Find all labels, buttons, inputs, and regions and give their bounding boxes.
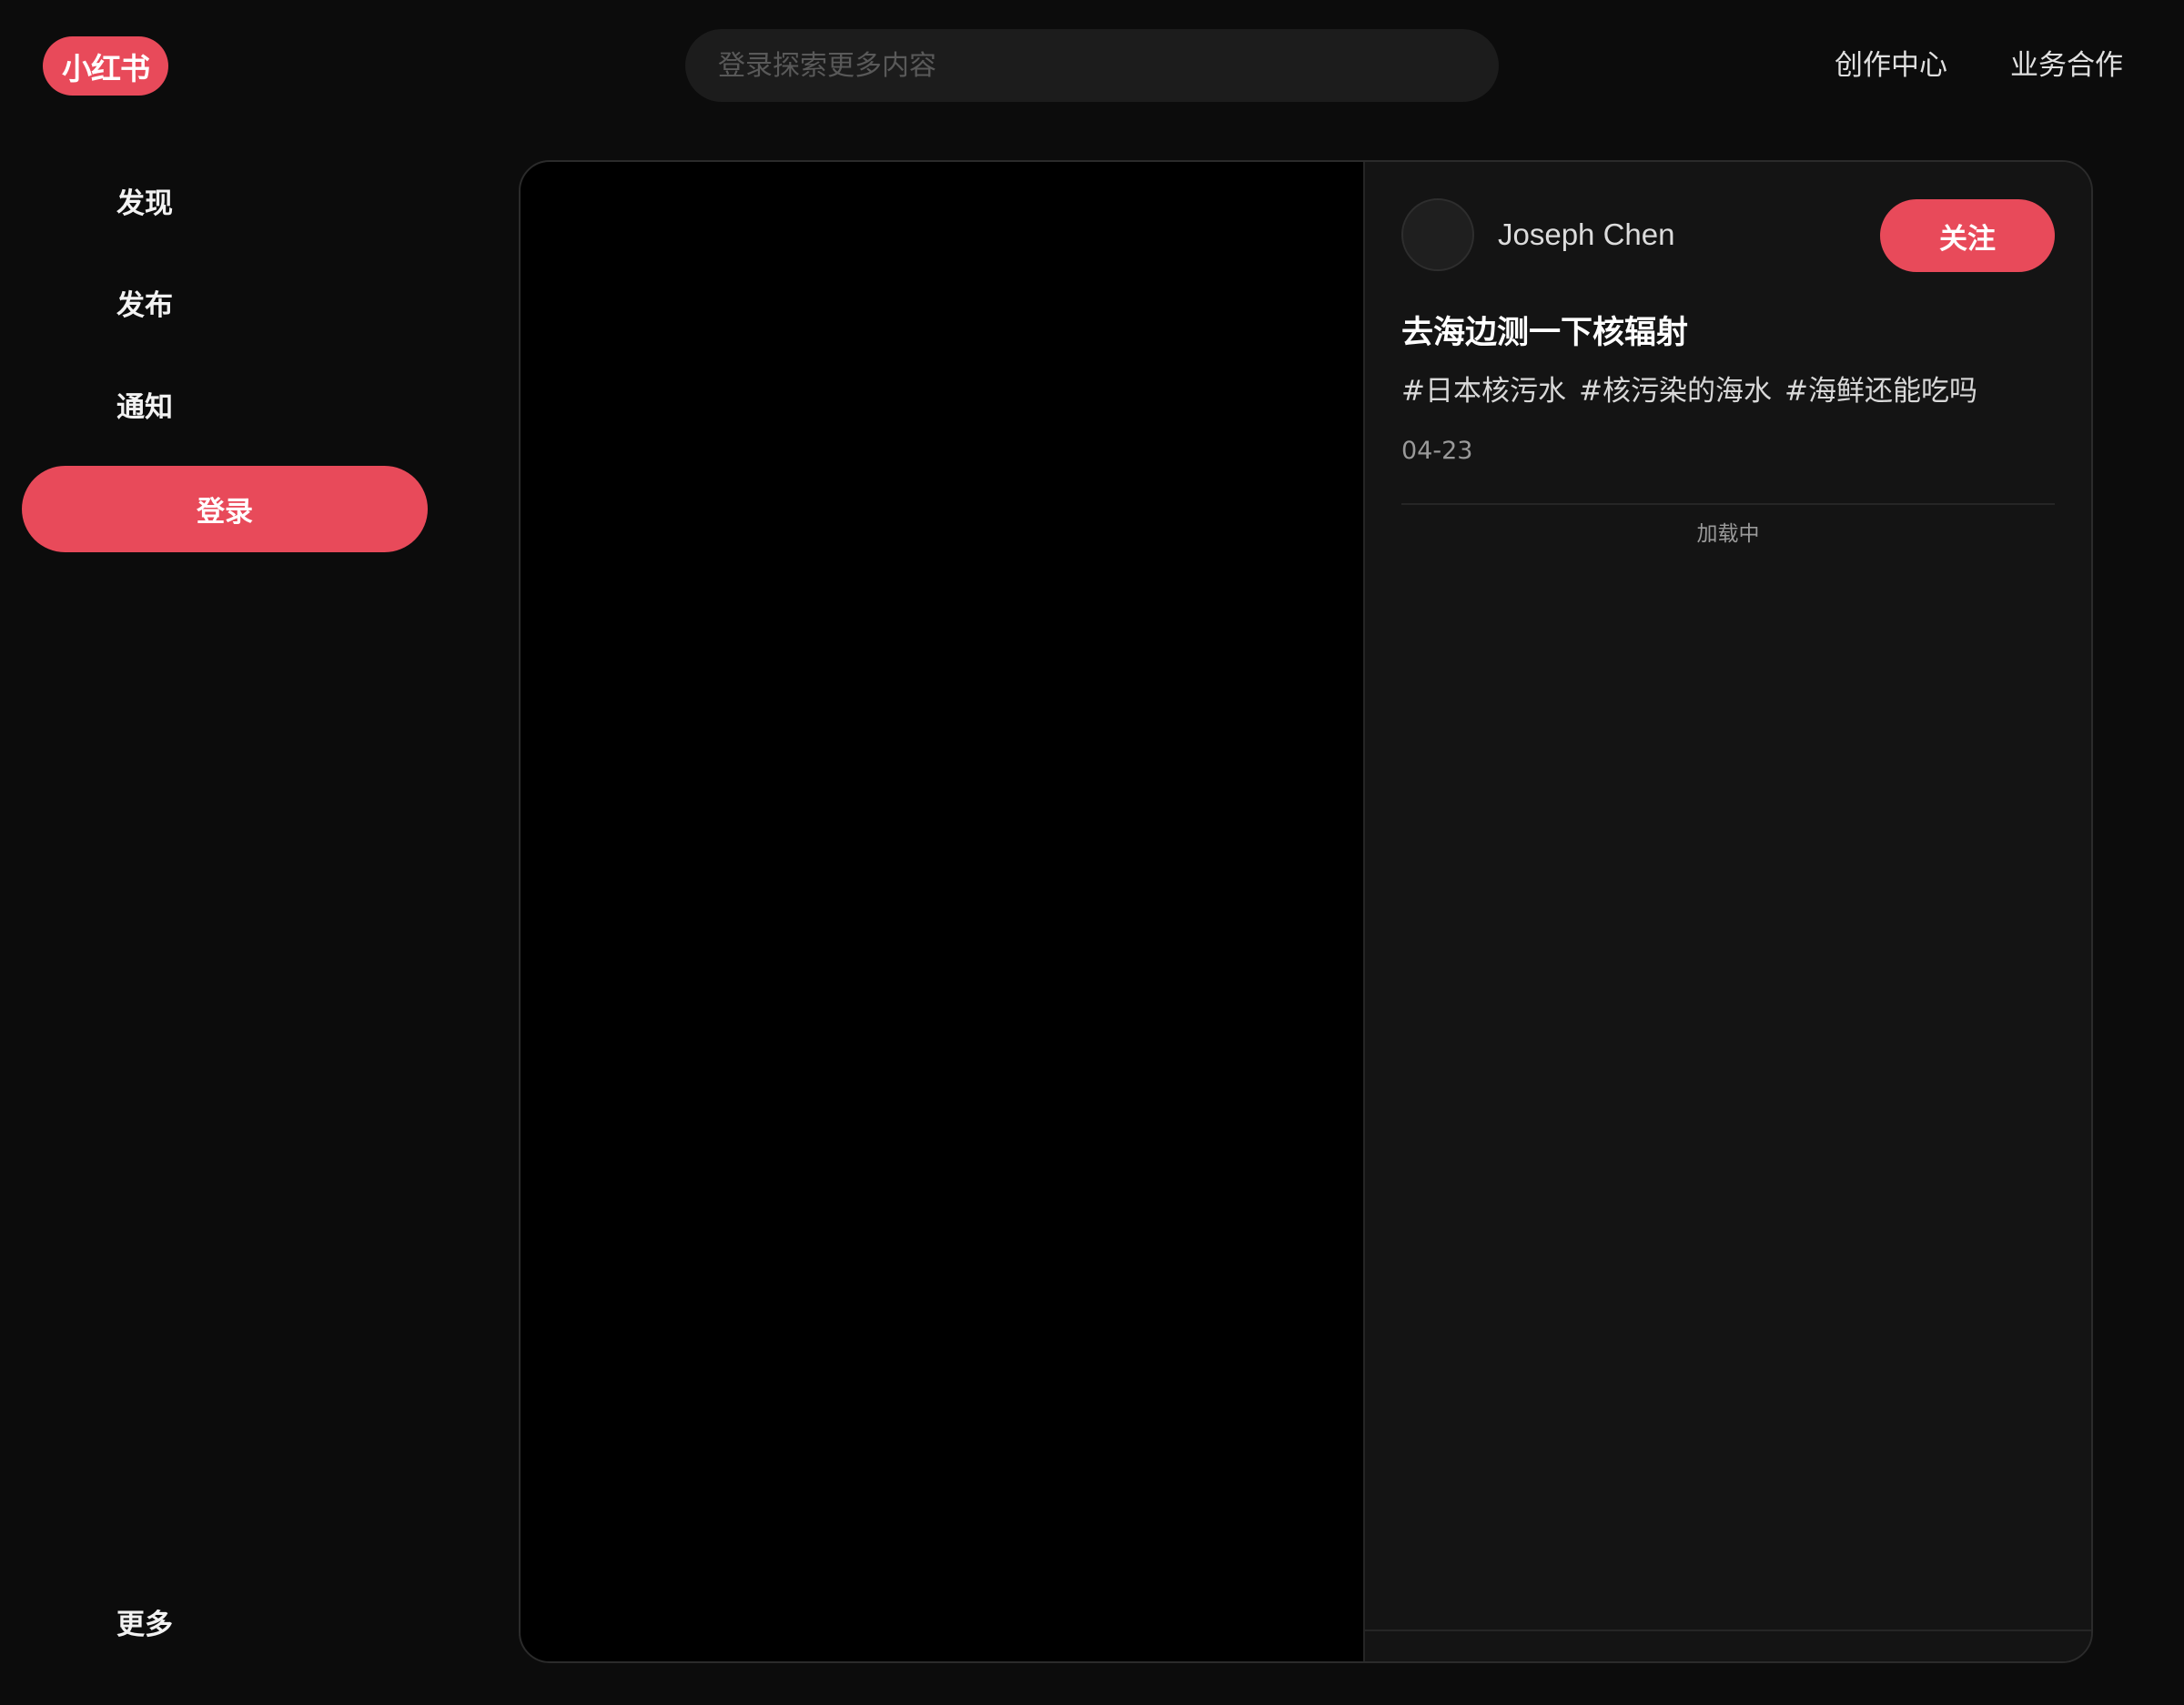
sidebar-item-publish[interactable]: 发布 [116,286,173,326]
hashtag-link[interactable]: #日本核污水 [1401,371,1566,411]
brand-logo[interactable]: 小红书 [43,36,168,96]
hashtag-link[interactable]: #核污染的海水 [1579,371,1772,411]
note-detail-card: Joseph Chen 关注 去海边测一下核辐射 #日本核污水 #核污染的海水 … [519,160,2093,1663]
follow-button[interactable]: 关注 [1880,199,2055,272]
business-cooperation-link[interactable]: 业务合作 [2010,45,2123,86]
sidebar-item-notifications[interactable]: 通知 [116,388,173,428]
note-media-area[interactable] [521,162,1365,1661]
creator-center-link[interactable]: 创作中心 [1835,45,1947,86]
divider [1401,503,2055,505]
note-info-panel: Joseph Chen 关注 去海边测一下核辐射 #日本核污水 #核污染的海水 … [1365,162,2091,1661]
author-name[interactable]: Joseph Chen [1498,217,1674,253]
interaction-bar [1365,1629,2091,1661]
login-button[interactable]: 登录 [22,466,428,552]
note-tags: #日本核污水 #核污染的海水 #海鲜还能吃吗 [1401,371,1977,411]
note-date: 04-23 [1401,437,1473,465]
sidebar-item-explore[interactable]: 发现 [116,184,173,224]
note-title: 去海边测一下核辐射 [1401,315,1689,351]
search-bar[interactable] [685,29,1499,102]
search-input[interactable] [716,48,1499,83]
sidebar-item-more[interactable]: 更多 [116,1605,173,1645]
author-avatar[interactable] [1401,198,1474,271]
hashtag-link[interactable]: #海鲜还能吃吗 [1785,371,1977,411]
comments-loading-text: 加载中 [1696,522,1760,546]
